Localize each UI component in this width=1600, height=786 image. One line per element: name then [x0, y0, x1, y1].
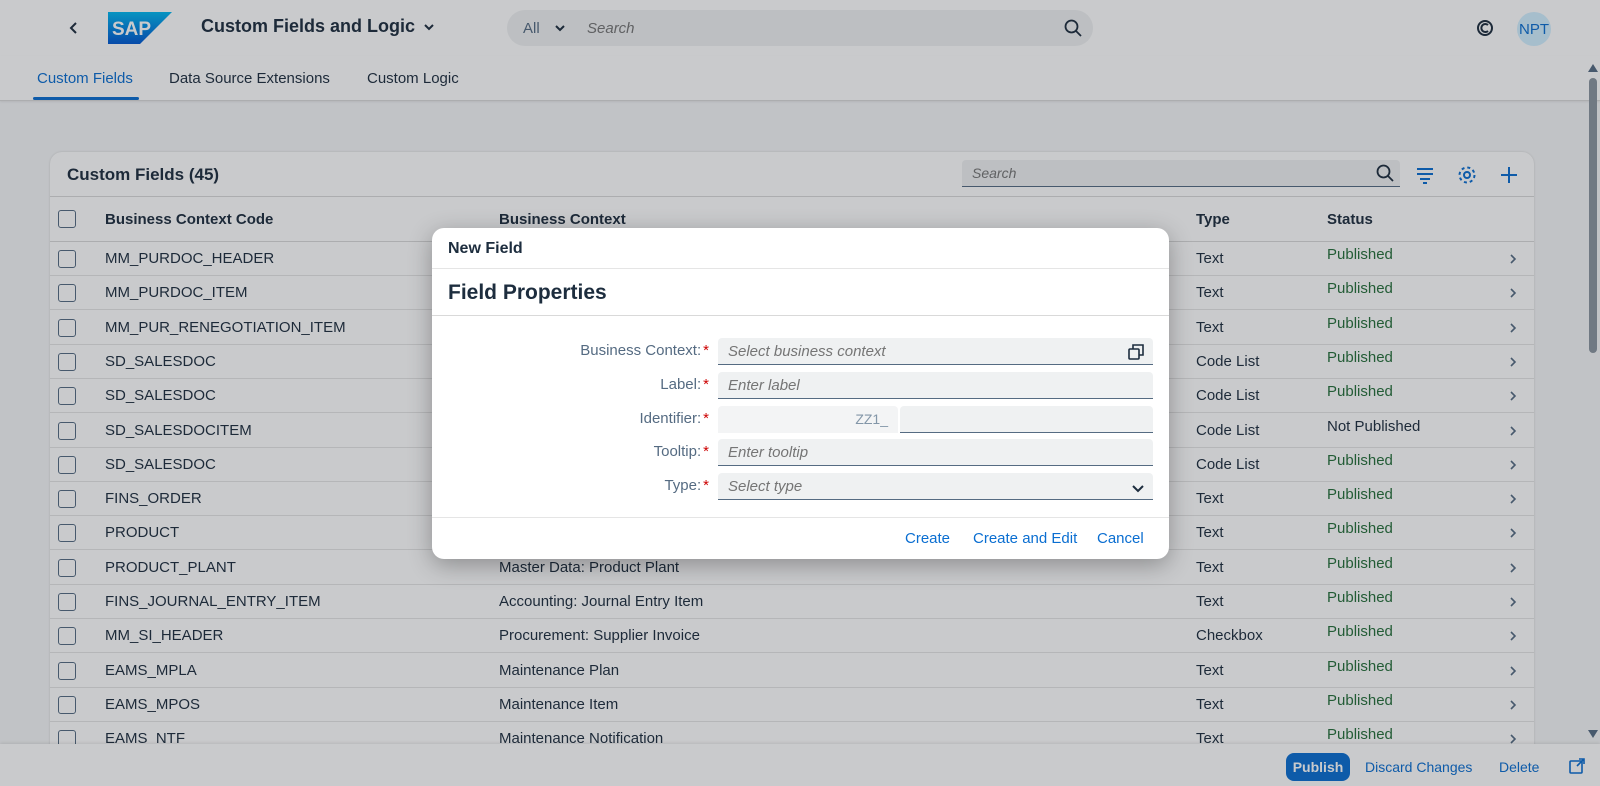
business-context-input[interactable]	[718, 338, 1153, 365]
tooltip-label: Tooltip: *	[653, 443, 709, 460]
identifier-input[interactable]	[900, 406, 1153, 433]
type-select[interactable]	[718, 473, 1153, 500]
field-properties-form: Business Context:* Label:* Identifier:* …	[432, 316, 1169, 516]
create-button[interactable]: Create	[905, 530, 950, 547]
type-label: Type: *	[664, 477, 709, 494]
identifier-prefix: ZZ1_	[718, 406, 898, 433]
identifier-label: Identifier: *	[639, 410, 709, 427]
chevron-down-icon[interactable]	[1129, 479, 1147, 497]
tooltip-input[interactable]	[718, 439, 1153, 466]
dialog-footer: Create Create and Edit Cancel	[432, 517, 1169, 559]
dialog-title: New Field	[432, 228, 1169, 269]
dialog-section-title: Field Properties	[432, 269, 1169, 316]
value-help-icon[interactable]	[1127, 343, 1145, 361]
create-and-edit-button[interactable]: Create and Edit	[973, 530, 1077, 547]
new-field-dialog: New Field Field Properties Business Cont…	[432, 228, 1169, 559]
label-input[interactable]	[718, 372, 1153, 399]
label-field-label: Label: *	[660, 376, 709, 393]
business-context-label: Business Context: *	[580, 342, 709, 359]
cancel-button[interactable]: Cancel	[1097, 530, 1144, 547]
